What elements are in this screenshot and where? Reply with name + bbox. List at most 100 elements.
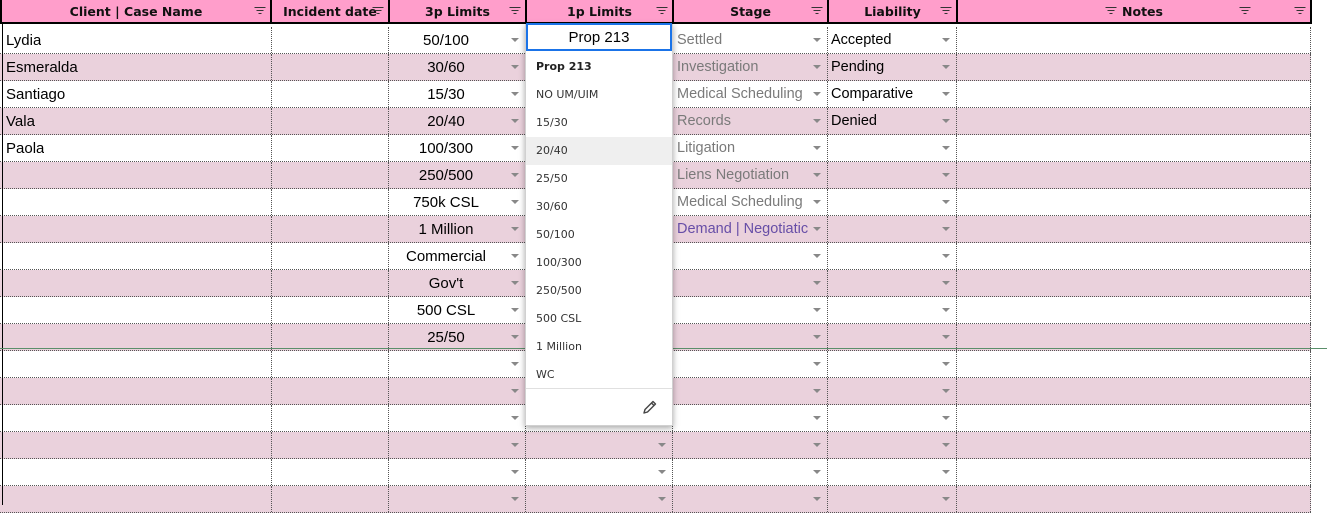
chevron-down-icon[interactable] bbox=[942, 38, 950, 42]
cell-client[interactable] bbox=[0, 459, 272, 485]
filter-icon[interactable] bbox=[1105, 6, 1117, 16]
filter-icon[interactable] bbox=[1294, 7, 1305, 16]
chevron-down-icon[interactable] bbox=[511, 308, 519, 312]
cell-incident[interactable] bbox=[272, 162, 389, 188]
cell-notes[interactable] bbox=[957, 27, 1311, 53]
header-1p-limits[interactable]: 1p Limits bbox=[525, 0, 674, 24]
cell-p1[interactable] bbox=[526, 486, 673, 512]
cell-client[interactable] bbox=[0, 216, 272, 242]
cell-notes[interactable] bbox=[957, 189, 1311, 215]
cell-stage[interactable] bbox=[673, 405, 828, 431]
cell-stage[interactable] bbox=[673, 432, 828, 458]
cell-p3[interactable]: 50/100 bbox=[389, 27, 526, 53]
cell-stage[interactable]: Investigation bbox=[673, 54, 828, 80]
cell-notes[interactable] bbox=[957, 378, 1311, 404]
cell-liability[interactable] bbox=[828, 243, 957, 269]
chevron-down-icon[interactable] bbox=[813, 38, 821, 42]
cell-p3[interactable]: 250/500 bbox=[389, 162, 526, 188]
chevron-down-icon[interactable] bbox=[511, 254, 519, 258]
cell-stage[interactable] bbox=[673, 297, 828, 323]
chevron-down-icon[interactable] bbox=[813, 416, 821, 420]
cell-liability[interactable] bbox=[828, 216, 957, 242]
cell-client[interactable] bbox=[0, 486, 272, 512]
cell-incident[interactable] bbox=[272, 81, 389, 107]
chevron-down-icon[interactable] bbox=[511, 119, 519, 123]
cell-notes[interactable] bbox=[957, 135, 1311, 161]
cell-p3[interactable]: 30/60 bbox=[389, 54, 526, 80]
cell-client[interactable]: Santiago bbox=[0, 81, 272, 107]
chevron-down-icon[interactable] bbox=[942, 146, 950, 150]
cell-p3[interactable]: 750k CSL bbox=[389, 189, 526, 215]
cell-incident[interactable] bbox=[272, 243, 389, 269]
cell-liability[interactable]: Denied bbox=[828, 108, 957, 134]
cell-liability[interactable] bbox=[828, 297, 957, 323]
cell-p3[interactable]: 25/50 bbox=[389, 324, 526, 350]
chevron-down-icon[interactable] bbox=[942, 389, 950, 393]
cell-notes[interactable] bbox=[957, 243, 1311, 269]
cell-p3[interactable]: 500 CSL bbox=[389, 297, 526, 323]
cell-incident[interactable] bbox=[272, 54, 389, 80]
chevron-down-icon[interactable] bbox=[813, 362, 821, 366]
cell-notes[interactable] bbox=[957, 270, 1311, 296]
cell-client[interactable] bbox=[0, 243, 272, 269]
cell-liability[interactable] bbox=[828, 324, 957, 350]
cell-notes[interactable] bbox=[957, 162, 1311, 188]
header-client[interactable]: Client | Case Name bbox=[0, 0, 272, 24]
cell-stage[interactable]: Demand | Negotiatic bbox=[673, 216, 828, 242]
cell-client[interactable] bbox=[0, 270, 272, 296]
dropdown-option[interactable]: 250/500 bbox=[526, 277, 672, 305]
chevron-down-icon[interactable] bbox=[511, 200, 519, 204]
cell-liability[interactable]: Accepted bbox=[828, 27, 957, 53]
cell-notes[interactable] bbox=[957, 432, 1311, 458]
cell-notes[interactable] bbox=[957, 486, 1311, 512]
chevron-down-icon[interactable] bbox=[658, 443, 666, 447]
cell-incident[interactable] bbox=[272, 270, 389, 296]
cell-p3[interactable] bbox=[389, 432, 526, 458]
cell-notes[interactable] bbox=[957, 459, 1311, 485]
chevron-down-icon[interactable] bbox=[658, 470, 666, 474]
chevron-down-icon[interactable] bbox=[511, 92, 519, 96]
cell-liability[interactable]: Comparative bbox=[828, 81, 957, 107]
cell-client[interactable] bbox=[0, 189, 272, 215]
cell-p3[interactable] bbox=[389, 459, 526, 485]
chevron-down-icon[interactable] bbox=[813, 173, 821, 177]
cell-stage[interactable]: Liens Negotiation bbox=[673, 162, 828, 188]
cell-client[interactable] bbox=[0, 405, 272, 431]
filter-icon[interactable] bbox=[940, 7, 951, 16]
chevron-down-icon[interactable] bbox=[813, 146, 821, 150]
header-incident-date[interactable]: Incident date bbox=[270, 0, 390, 24]
cell-liability[interactable] bbox=[828, 351, 957, 377]
cell-client[interactable]: Vala bbox=[0, 108, 272, 134]
chevron-down-icon[interactable] bbox=[942, 362, 950, 366]
chevron-down-icon[interactable] bbox=[511, 389, 519, 393]
cell-client[interactable] bbox=[0, 297, 272, 323]
cell-incident[interactable] bbox=[272, 108, 389, 134]
chevron-down-icon[interactable] bbox=[813, 254, 821, 258]
filter-icon[interactable] bbox=[656, 7, 667, 16]
cell-notes[interactable] bbox=[957, 108, 1311, 134]
chevron-down-icon[interactable] bbox=[511, 497, 519, 501]
cell-notes[interactable] bbox=[957, 54, 1311, 80]
cell-stage[interactable] bbox=[673, 324, 828, 350]
cell-notes[interactable] bbox=[957, 216, 1311, 242]
cell-stage[interactable]: Medical Scheduling bbox=[673, 81, 828, 107]
chevron-down-icon[interactable] bbox=[942, 227, 950, 231]
chevron-down-icon[interactable] bbox=[813, 200, 821, 204]
cell-incident[interactable] bbox=[272, 135, 389, 161]
header-3p-limits[interactable]: 3p Limits bbox=[388, 0, 527, 24]
chevron-down-icon[interactable] bbox=[942, 443, 950, 447]
chevron-down-icon[interactable] bbox=[511, 146, 519, 150]
cell-incident[interactable] bbox=[272, 351, 389, 377]
cell-p3[interactable]: Gov't bbox=[389, 270, 526, 296]
chevron-down-icon[interactable] bbox=[942, 173, 950, 177]
dropdown-option[interactable]: NO UM/UIM bbox=[526, 81, 672, 109]
chevron-down-icon[interactable] bbox=[511, 281, 519, 285]
dropdown-option[interactable]: 20/40 bbox=[526, 137, 672, 165]
cell-notes[interactable] bbox=[957, 297, 1311, 323]
cell-stage[interactable] bbox=[673, 486, 828, 512]
chevron-down-icon[interactable] bbox=[511, 416, 519, 420]
dropdown-option[interactable]: WC bbox=[526, 361, 672, 389]
chevron-down-icon[interactable] bbox=[942, 200, 950, 204]
cell-liability[interactable] bbox=[828, 270, 957, 296]
cell-liability[interactable] bbox=[828, 486, 957, 512]
